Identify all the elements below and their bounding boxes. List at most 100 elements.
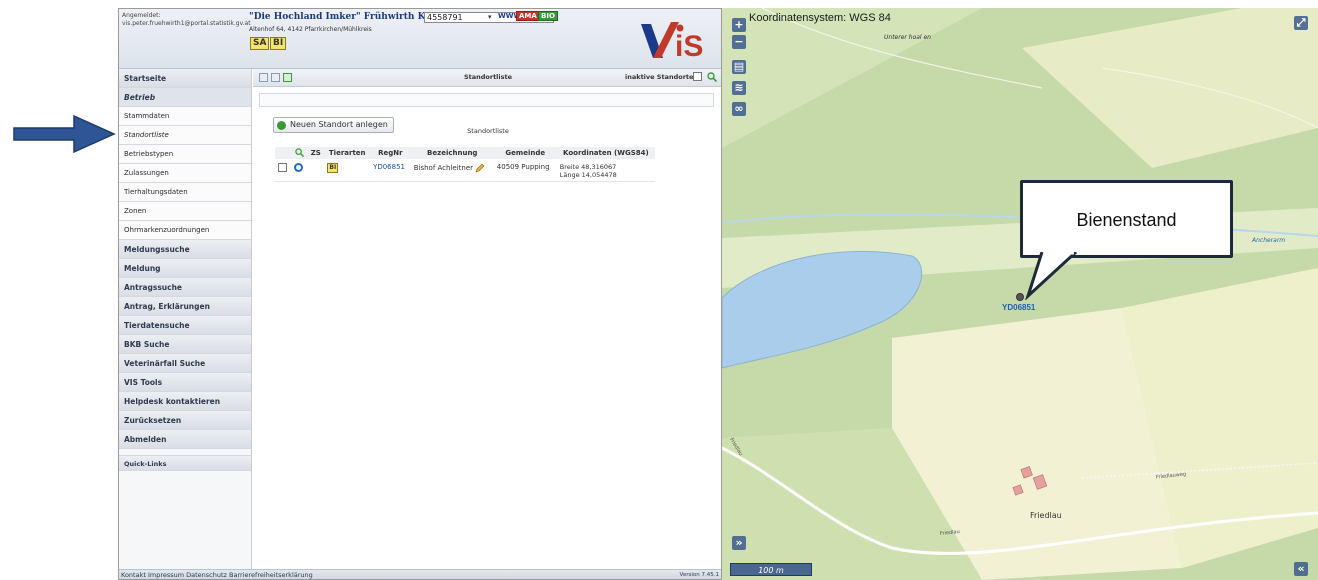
sidebar-nav: Startseite Betrieb Stammdaten Standortli… [119, 69, 252, 569]
sidebar-item-meldungssuche[interactable]: Meldungssuche [119, 240, 251, 259]
sidebar-item-helpdesk[interactable]: Helpdesk kontaktieren [119, 392, 251, 411]
table-header-gemeinde: Gemeinde [493, 147, 557, 159]
sidebar-item-abmelden[interactable]: Abmelden [119, 430, 251, 449]
sidebar-item-antrag-erklaerungen[interactable]: Antrag, Erklärungen [119, 297, 251, 316]
sidebar-item-meldung[interactable]: Meldung [119, 259, 251, 278]
sidebar-item-zuruecksetzen[interactable]: Zurücksetzen [119, 411, 251, 430]
footer-links[interactable]: Kontakt Impressum Datenschutz Barrierefr… [121, 570, 313, 579]
map-water-label: Ancherarm [1252, 237, 1286, 244]
company-name: "Die Hochland Imker" Frühwirth KG [249, 12, 434, 22]
chevron-down-icon[interactable]: ▾ [488, 13, 492, 21]
svg-text:iS: iS [675, 30, 703, 62]
sidebar-item-zonen[interactable]: Zonen [119, 202, 251, 221]
prev-page-icon[interactable] [271, 73, 280, 82]
coordinate-system-label: Koordinatensystem: WGS 84 [749, 12, 891, 24]
sidebar-item-zulassungen[interactable]: Zulassungen [119, 164, 251, 183]
login-user: vis.peter.fruehwirth1@portal.statistik.g… [122, 20, 251, 27]
row-checkbox[interactable] [278, 163, 287, 172]
inactive-locations-label: inaktive Standorte [625, 73, 694, 81]
pointer-arrow-icon [13, 114, 116, 154]
row-name-cell: Bishof Achleitner [410, 159, 494, 182]
app-footer: Kontakt Impressum Datenschutz Barrierefr… [119, 569, 721, 579]
table-header-row: ZS Tierarten RegNr Bezeichnung Gemeinde … [275, 147, 655, 159]
table-header-select [275, 147, 292, 159]
table-header-tierarten: Tierarten [324, 147, 371, 159]
row-map-cell [291, 159, 308, 182]
row-coordinates-cell: Breite 48,316067 Länge 14,054478 [556, 159, 655, 182]
add-icon [277, 121, 286, 130]
zoom-in-button[interactable]: + [732, 18, 746, 32]
sidebar-item-ohrmarkenzuordnungen[interactable]: Ohrmarkenzuordnungen [119, 221, 251, 240]
scale-bar: 100 m [730, 563, 812, 576]
location-marker-label[interactable]: YD06851 [1002, 303, 1035, 312]
new-location-button-label: Neuen Standort anlegen [290, 120, 388, 129]
sidebar-item-startseite[interactable]: Startseite [119, 69, 251, 88]
layers-icon[interactable]: ≋ [732, 81, 746, 95]
vis-application-window: Angemeldet: vis.peter.fruehwirth1@portal… [118, 8, 722, 580]
location-marker[interactable] [1016, 293, 1024, 301]
species-tag-bi-row: BI [327, 163, 339, 173]
sidebar-item-stammdaten[interactable]: Stammdaten [119, 107, 251, 126]
map-place-friedlau: Friedlau [1030, 511, 1062, 520]
row-select-cell [275, 159, 292, 182]
row-regnr-cell: YD06851 [370, 159, 411, 182]
location-name: Bishof Achleitner [413, 164, 474, 172]
link-icon[interactable]: ∞ [732, 102, 746, 116]
edit-pencil-icon[interactable] [475, 163, 485, 173]
login-label: Angemeldet: [122, 12, 161, 19]
row-species-cell: BI [324, 159, 371, 182]
app-header: Angemeldet: vis.peter.fruehwirth1@portal… [119, 9, 721, 69]
sidebar-item-tierdatensuche[interactable]: Tierdatensuche [119, 316, 251, 335]
ama-badge[interactable]: AMA [516, 11, 540, 21]
first-page-icon[interactable] [259, 73, 268, 82]
longitude-value: Länge 14,054478 [559, 171, 617, 179]
regnr-link[interactable]: YD06851 [373, 163, 405, 171]
main-content: Standortliste inaktive Standorte Neuen S… [253, 69, 721, 569]
content-panel [259, 93, 714, 107]
company-address: Altenhof 64, 4142 Pfarrkirchen/Mühlkreis [249, 26, 372, 33]
table-header-koordinaten: Koordinaten (WGS84) [556, 147, 655, 159]
new-location-button[interactable]: Neuen Standort anlegen [273, 117, 394, 133]
zoom-out-button[interactable]: − [732, 35, 746, 49]
row-municipality-cell: 40509 Pupping [493, 159, 557, 182]
locate-on-map-icon[interactable] [294, 163, 304, 172]
table-caption: Standortliste [467, 127, 509, 135]
table-header-zs: ZS [307, 147, 325, 159]
bio-badge[interactable]: BIO [538, 11, 558, 21]
sidebar-item-antragssuche[interactable]: Antragssuche [119, 278, 251, 297]
print-icon[interactable]: ▤ [732, 60, 746, 74]
callout-text: Bienenstand [1076, 210, 1177, 230]
table-header-map [291, 147, 308, 159]
version-label: Version 7.45.1 [679, 572, 719, 578]
map-place-label: Unterer hoal en [884, 34, 931, 41]
table-row[interactable]: BI YD06851 Bishof Achleitner 40509 Puppi… [275, 159, 655, 182]
sidebar-item-tierhaltungsdaten[interactable]: Tierhaltungsdaten [119, 183, 251, 202]
collapse-icon[interactable]: « [1294, 562, 1308, 576]
callout-tail [1025, 252, 1078, 300]
inactive-locations-checkbox[interactable] [693, 72, 702, 81]
fullscreen-icon[interactable]: ⤢ [1294, 16, 1308, 30]
map-panel[interactable]: + − ▤ ≋ ∞ ⤢ » « Koordinatensystem: WGS 8… [722, 8, 1318, 580]
screenshot-stage: Angemeldet: vis.peter.fruehwirth1@portal… [0, 0, 1318, 580]
search-icon[interactable] [294, 147, 304, 157]
table-header-regnr: RegNr [370, 147, 411, 159]
location-table: ZS Tierarten RegNr Bezeichnung Gemeinde … [275, 147, 655, 182]
sidebar-item-betriebstypen[interactable]: Betriebstypen [119, 145, 251, 164]
sidebar-quick-links[interactable]: Quick-Links [119, 455, 251, 471]
row-zs-cell [307, 159, 325, 182]
sidebar-item-vis-tools[interactable]: VIS Tools [119, 373, 251, 392]
sidebar-item-veterinaerfall-suche[interactable]: Veterinärfall Suche [119, 354, 251, 373]
toolbar-title: Standortliste [463, 73, 513, 81]
list-toolbar: Standortliste inaktive Standorte [253, 69, 721, 87]
sidebar-item-bkb-suche[interactable]: BKB Suche [119, 335, 251, 354]
sidebar-item-standortliste[interactable]: Standortliste [119, 126, 251, 145]
table-header-bezeichnung: Bezeichnung [410, 147, 494, 159]
refresh-icon[interactable] [283, 73, 292, 82]
sidebar-item-betrieb[interactable]: Betrieb [119, 88, 251, 107]
callout-box: Bienenstand [1020, 180, 1233, 258]
latitude-value: Breite 48,316067 [559, 163, 617, 171]
vis-logo: iS [641, 22, 703, 62]
expand-panel-button[interactable]: » [732, 536, 746, 550]
filter-icon[interactable] [707, 72, 717, 82]
species-tag-sa: SA [250, 37, 270, 50]
